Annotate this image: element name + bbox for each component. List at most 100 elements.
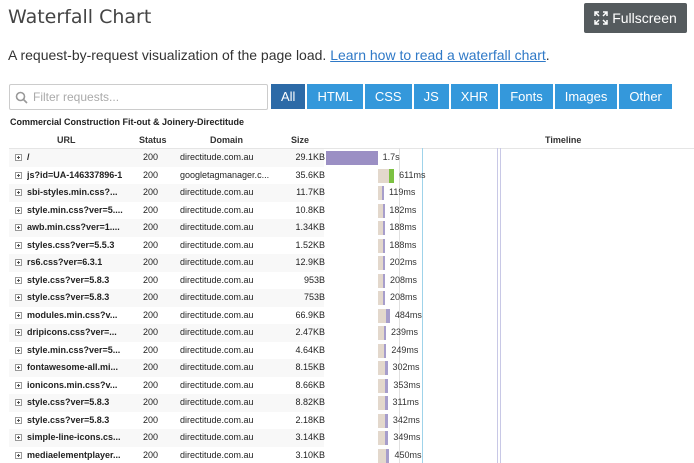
timeline-bar[interactable] — [378, 256, 385, 270]
request-row[interactable]: awb.min.css?ver=1.... 200 directitude.com.… — [9, 219, 694, 237]
filter-tab-images[interactable]: Images — [554, 84, 618, 109]
filter-tab-other[interactable]: Other — [619, 84, 672, 109]
request-row[interactable]: js?id=UA-146337896-1 200 googletagmanager.… — [9, 167, 694, 185]
request-url: ionicons.min.css?v... — [27, 379, 118, 390]
request-row[interactable]: modules.min.css?v... 200 directitude.com.a… — [9, 307, 694, 325]
request-status: 200 — [143, 222, 159, 232]
bar-time-label: 188ms — [389, 239, 417, 250]
timeline-bar[interactable] — [378, 343, 387, 358]
timeline-bar[interactable] — [326, 151, 378, 165]
filter-tab-fonts[interactable]: Fonts — [500, 84, 553, 109]
filter-tab-xhr[interactable]: XHR — [450, 84, 499, 109]
timeline-bar[interactable] — [378, 203, 385, 218]
timeline-bar[interactable] — [378, 186, 385, 200]
expand-row-icon[interactable] — [15, 189, 22, 196]
timeline-bar[interactable] — [378, 361, 388, 375]
fullscreen-button[interactable]: Fullscreen — [584, 3, 687, 33]
request-row[interactable]: style.min.css?ver=5.... 200 directitude.co… — [9, 202, 694, 220]
expand-row-icon[interactable] — [15, 364, 22, 371]
request-status: 200 — [143, 379, 159, 390]
filter-tab-all[interactable]: All — [271, 84, 306, 109]
bar-receive-segment — [382, 238, 385, 253]
request-status: 200 — [143, 239, 159, 250]
request-row[interactable]: fontawesome-all.mi... 200 directitude.com.… — [9, 359, 694, 377]
timeline-bar[interactable] — [378, 413, 388, 428]
timeline-bar[interactable] — [378, 221, 385, 235]
column-header-url[interactable]: URL — [57, 135, 76, 145]
timeline-bar[interactable] — [378, 326, 386, 340]
bar-time-label: 342ms — [392, 414, 420, 425]
page-title: Waterfall Chart — [8, 6, 152, 28]
bar-time-label: 353ms — [393, 379, 421, 390]
request-row[interactable]: dripicons.css?ver=... 200 directitude.com.… — [9, 324, 694, 342]
request-row[interactable]: styles.css?ver=5.5.3 200 directitude.com.a… — [9, 237, 694, 255]
filter-tab-css[interactable]: CSS — [364, 84, 412, 109]
learn-waterfall-link[interactable]: Learn how to read a waterfall chart — [330, 47, 546, 63]
filter-tabs: All HTML CSS JS XHR Fonts Images Other — [271, 84, 672, 109]
expand-row-icon[interactable] — [15, 416, 22, 424]
request-row[interactable]: ionicons.min.css?v... 200 directitude.com.… — [9, 377, 694, 395]
request-row[interactable]: simple-line-icons.cs... 200 directitude.co… — [9, 429, 694, 447]
bar-wait-segment — [378, 431, 386, 445]
timeline-bar[interactable] — [378, 396, 388, 410]
expand-row-icon[interactable] — [15, 346, 22, 354]
timeline-bar[interactable] — [378, 291, 385, 305]
request-domain: directitude.com.au — [180, 449, 254, 460]
timeline-bar[interactable] — [378, 273, 385, 288]
filter-tab-html[interactable]: HTML — [307, 84, 363, 109]
expand-row-icon[interactable] — [15, 154, 22, 161]
expand-row-icon[interactable] — [15, 206, 22, 214]
expand-row-icon[interactable] — [15, 381, 22, 389]
expand-row-icon[interactable] — [15, 294, 22, 301]
timeline-bar[interactable] — [378, 431, 389, 445]
expand-row-icon[interactable] — [15, 311, 22, 319]
request-domain: directitude.com.au — [180, 362, 254, 372]
request-url: style.css?ver=5.8.3 — [27, 274, 110, 285]
timeline-bar[interactable] — [378, 308, 390, 323]
timeline-bar[interactable] — [378, 238, 385, 253]
request-url: awb.min.css?ver=1.... — [27, 222, 120, 232]
filter-requests-input[interactable] — [33, 90, 258, 104]
request-url: style.min.css?ver=5... — [27, 344, 121, 355]
bar-wait-segment — [378, 378, 386, 393]
request-url: style.css?ver=5.8.3 — [27, 414, 110, 425]
request-url: rs6.css?ver=6.3.1 — [27, 257, 103, 267]
bar-time-label: 202ms — [389, 257, 417, 267]
column-header-domain[interactable]: Domain — [210, 135, 243, 145]
request-row[interactable]: mediaelementplayer... 200 directitude.com.… — [9, 447, 694, 463]
request-domain: directitude.com.au — [180, 292, 254, 302]
bar-receive-segment — [386, 308, 390, 323]
expand-row-icon[interactable] — [15, 276, 22, 284]
request-status: 200 — [143, 344, 159, 355]
request-row[interactable]: sbi-styles.min.css?... 200 directitude.com… — [9, 184, 694, 202]
expand-row-icon[interactable] — [15, 241, 22, 249]
bar-time-label: 311ms — [392, 397, 419, 407]
expand-row-icon[interactable] — [15, 329, 22, 336]
filter-box — [9, 84, 268, 110]
bar-time-label: 208ms — [390, 274, 418, 285]
column-header-size[interactable]: Size — [291, 135, 309, 145]
expand-row-icon[interactable] — [15, 434, 22, 441]
request-domain: directitude.com.au — [180, 432, 254, 442]
bar-receive-segment — [385, 431, 389, 445]
timeline-bar[interactable] — [377, 168, 395, 183]
expand-row-icon[interactable] — [15, 451, 22, 459]
request-row[interactable]: rs6.css?ver=6.3.1 200 directitude.com.au 12… — [9, 254, 694, 272]
expand-row-icon[interactable] — [15, 259, 22, 266]
bar-receive-segment — [383, 343, 387, 358]
request-row[interactable]: style.css?ver=5.8.3 200 directitude.com.au… — [9, 272, 694, 290]
expand-row-icon[interactable] — [15, 224, 22, 231]
request-domain: directitude.com.au — [180, 344, 254, 355]
expand-row-icon[interactable] — [15, 171, 22, 179]
expand-row-icon[interactable] — [15, 399, 22, 406]
timeline-bar[interactable] — [378, 378, 389, 393]
request-row[interactable]: style.css?ver=5.8.3 200 directitude.com.au… — [9, 412, 694, 430]
filter-tab-js[interactable]: JS — [413, 84, 449, 109]
bar-time-label: 119ms — [389, 187, 416, 197]
request-row[interactable]: style.min.css?ver=5... 200 directitude.com… — [9, 342, 694, 360]
request-row[interactable]: / 200 directitude.com.au 29.1KB 1.7s — [9, 149, 694, 167]
request-row[interactable]: style.css?ver=5.8.3 200 directitude.com.au… — [9, 394, 694, 412]
timeline-bar[interactable] — [378, 448, 390, 463]
column-header-status[interactable]: Status — [139, 135, 167, 145]
request-row[interactable]: style.css?ver=5.8.3 200 directitude.com.au… — [9, 289, 694, 307]
